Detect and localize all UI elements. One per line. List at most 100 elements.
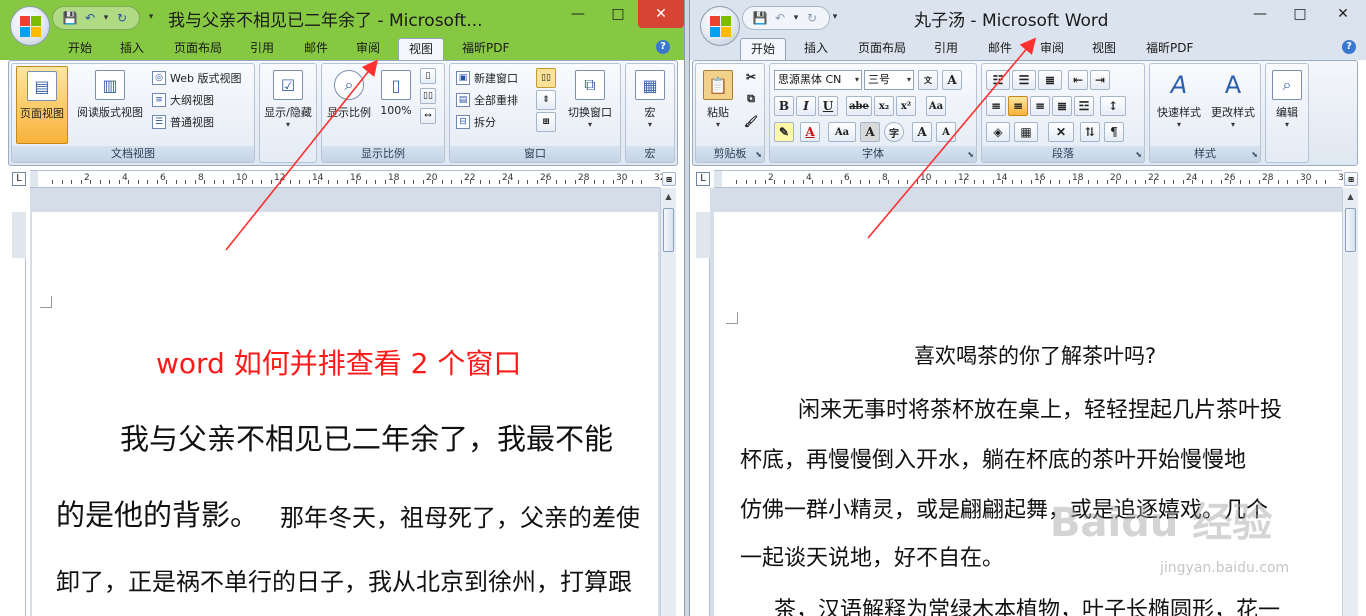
font-name-dropdown-icon[interactable]: ▾ <box>855 71 859 89</box>
show-marks-icon[interactable]: ¶ <box>1104 122 1124 142</box>
format-painter-icon[interactable]: 🖌 <box>742 112 760 130</box>
font-name-combo[interactable]: 思源黑体 CN ▾ <box>774 70 862 90</box>
split-button[interactable]: ⊟ 拆分 <box>456 112 496 132</box>
character-shading-button[interactable]: A <box>860 122 880 142</box>
align-right-icon[interactable]: ≡ <box>1030 96 1050 116</box>
paste-button[interactable]: 📋 粘贴 ▾ <box>698 66 738 144</box>
borders-icon[interactable]: ▦ <box>1014 122 1038 142</box>
redo-icon[interactable]: ↻ <box>113 9 131 27</box>
reset-window-icon[interactable]: ⊞ <box>536 112 556 132</box>
sync-scroll-icon[interactable]: ⇕ <box>536 90 556 110</box>
one-page-icon[interactable]: ▯ <box>420 68 436 84</box>
tab-review[interactable]: 审阅 <box>346 38 390 60</box>
right-document-page[interactable]: 喜欢喝茶的你了解茶叶吗? 闲来无事时将茶杯放在桌上，轻轻捏起几片茶叶投 杯底，再… <box>714 212 1342 616</box>
page-view-button[interactable]: ▤ 页面视图 <box>16 66 68 144</box>
grow-font-button[interactable]: A <box>912 122 932 142</box>
quick-styles-button[interactable]: A 快速样式 ▾ <box>1152 66 1206 144</box>
right-horizontal-ruler[interactable]: 2468101214161820222426283032 <box>714 170 1349 188</box>
arrange-all-button[interactable]: ▤ 全部重排 <box>456 90 518 110</box>
enclosed-character-button[interactable]: 字 <box>884 122 904 142</box>
close-button[interactable]: ✕ <box>638 0 684 28</box>
tab-view[interactable]: 视图 <box>1082 38 1126 60</box>
two-pages-icon[interactable]: ▯▯ <box>420 88 436 104</box>
left-horizontal-ruler[interactable]: 2 4 6 8 10 12 14 16 18 20 22 24 26 28 30 32 <box>30 170 665 188</box>
customize-qat-icon[interactable]: ▾ <box>830 12 840 22</box>
redo-icon[interactable]: ↻ <box>803 9 821 27</box>
clipboard-launcher-icon[interactable]: ⬊ <box>755 150 762 159</box>
tab-review[interactable]: 审阅 <box>1030 38 1074 60</box>
font-size-combo[interactable]: 三号 ▾ <box>864 70 914 90</box>
save-icon[interactable]: 💾 <box>751 9 769 27</box>
web-view-button[interactable]: ◎ Web 版式视图 <box>152 68 241 88</box>
shading-icon[interactable]: ◈ <box>986 122 1010 142</box>
switch-windows-button[interactable]: ⧉ 切换窗口 ▾ <box>562 66 618 144</box>
subscript-button[interactable]: x₂ <box>874 96 894 116</box>
tab-page-layout[interactable]: 页面布局 <box>164 38 232 60</box>
new-window-button[interactable]: ▣ 新建窗口 <box>456 68 518 88</box>
minimize-button[interactable]: — <box>558 0 598 28</box>
line-spacing-icon[interactable]: ↕ <box>1100 96 1126 116</box>
right-vertical-scrollbar[interactable]: ▲ <box>1342 188 1358 616</box>
tab-references[interactable]: 引用 <box>240 38 284 60</box>
tab-insert[interactable]: 插入 <box>110 38 154 60</box>
italic-button[interactable]: I <box>796 96 816 116</box>
increase-indent-icon[interactable]: ⇥ <box>1090 70 1110 90</box>
scroll-up-icon[interactable]: ▲ <box>662 190 675 204</box>
undo-dropdown-icon[interactable]: ▾ <box>101 13 111 23</box>
tab-page-layout[interactable]: 页面布局 <box>848 38 916 60</box>
styles-launcher-icon[interactable]: ⬊ <box>1251 150 1258 159</box>
align-center-icon[interactable]: ≡ <box>1008 96 1028 116</box>
font-launcher-icon[interactable]: ⬊ <box>967 150 974 159</box>
tab-home[interactable]: 开始 <box>58 38 102 60</box>
tab-foxit-pdf[interactable]: 福昕PDF <box>452 38 519 60</box>
undo-icon[interactable]: ↶ <box>81 9 99 27</box>
change-case-button[interactable]: Aa <box>828 122 856 142</box>
shrink-font-button[interactable]: A <box>936 122 956 142</box>
view-ruler-icon[interactable]: ⊞ <box>1344 172 1358 186</box>
maximize-button[interactable]: □ <box>1280 0 1320 28</box>
distributed-icon[interactable]: ☲ <box>1074 96 1094 116</box>
clear-format-icon[interactable]: A <box>942 70 962 90</box>
help-icon[interactable]: ? <box>656 40 670 54</box>
normal-view-button[interactable]: ☰ 普通视图 <box>152 112 214 132</box>
tab-stop-selector[interactable]: L <box>696 172 710 186</box>
left-document-page[interactable]: word 如何并排查看 2 个窗口 我与父亲不相见已二年余了，我最不能 的是他的… <box>32 212 658 616</box>
customize-qat-icon[interactable]: ▾ <box>146 12 156 22</box>
view-side-by-side-icon[interactable]: ▯▯ <box>536 68 556 88</box>
office-button[interactable] <box>700 6 740 46</box>
scroll-thumb[interactable] <box>663 208 674 252</box>
paragraph-launcher-icon[interactable]: ⬊ <box>1135 150 1142 159</box>
undo-icon[interactable]: ↶ <box>771 9 789 27</box>
show-hide-button[interactable]: ☑ 显示/隐藏 ▾ <box>262 66 314 144</box>
sort-icon[interactable]: ⇅ <box>1080 122 1100 142</box>
view-ruler-icon[interactable]: ⊞ <box>662 172 676 186</box>
justify-icon[interactable]: ≣ <box>1052 96 1072 116</box>
tab-stop-selector[interactable]: L <box>12 172 26 186</box>
underline-button[interactable]: U <box>818 96 838 116</box>
scroll-up-icon[interactable]: ▲ <box>1344 190 1357 204</box>
outline-view-button[interactable]: ≡ 大纲视图 <box>152 90 214 110</box>
tab-foxit-pdf[interactable]: 福昕PDF <box>1136 38 1203 60</box>
tab-mailings[interactable]: 邮件 <box>978 38 1022 60</box>
macros-button[interactable]: ▦ 宏 ▾ <box>628 66 672 144</box>
bullets-icon[interactable]: ☷ <box>986 70 1010 90</box>
tab-view[interactable]: 视图 <box>398 38 445 60</box>
tab-home[interactable]: 开始 <box>740 38 787 60</box>
scroll-thumb[interactable] <box>1345 208 1356 252</box>
highlight-color-icon[interactable]: ✎ <box>774 122 794 142</box>
bold-button[interactable]: B <box>774 96 794 116</box>
copy-icon[interactable]: ⧉ <box>742 90 760 108</box>
page-width-icon[interactable]: ↔ <box>420 108 436 124</box>
reading-view-button[interactable]: ▥ 阅读版式视图 <box>72 66 148 144</box>
close-button[interactable]: ✕ <box>1320 0 1366 28</box>
phonetic-guide-icon[interactable]: 文 <box>918 70 938 90</box>
tab-mailings[interactable]: 邮件 <box>294 38 338 60</box>
align-left-icon[interactable]: ≡ <box>986 96 1006 116</box>
editing-button[interactable]: ⌕ 编辑 ▾ <box>1268 66 1306 144</box>
cut-icon[interactable]: ✂ <box>742 68 760 86</box>
help-icon[interactable]: ? <box>1342 40 1356 54</box>
tab-references[interactable]: 引用 <box>924 38 968 60</box>
font-color-icon[interactable]: A <box>800 122 820 142</box>
numbering-icon[interactable]: ☰ <box>1012 70 1036 90</box>
asian-layout-icon[interactable]: ✕ <box>1048 122 1074 142</box>
